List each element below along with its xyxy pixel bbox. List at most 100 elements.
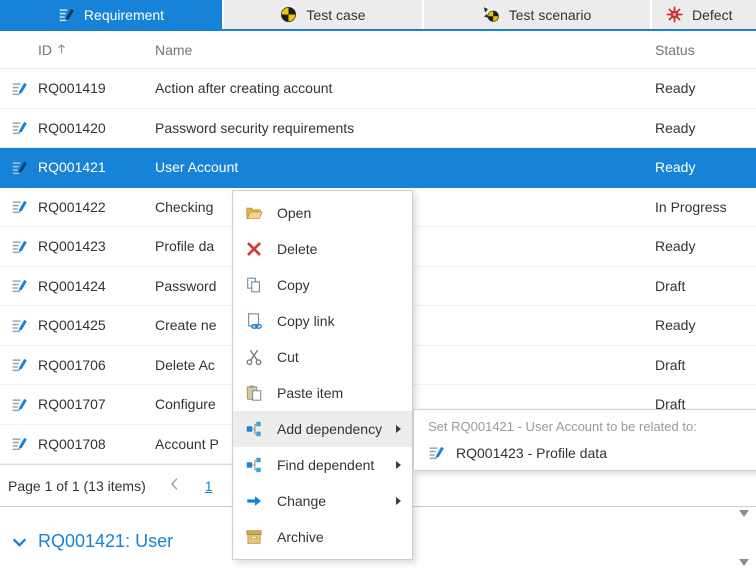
crash-dummy-icon bbox=[280, 6, 297, 23]
row-status: Ready bbox=[655, 80, 756, 96]
sort-ascending-icon bbox=[57, 42, 66, 58]
requirement-pencil-icon bbox=[58, 6, 75, 23]
delete-icon bbox=[245, 240, 263, 258]
column-header-label: ID bbox=[38, 42, 52, 58]
requirement-pencil-icon bbox=[428, 444, 445, 461]
row-id: RQ001422 bbox=[38, 199, 155, 215]
copy-link-icon bbox=[245, 312, 263, 330]
menu-item-label: Change bbox=[277, 493, 326, 509]
menu-item-label: Delete bbox=[277, 241, 317, 257]
row-id: RQ001425 bbox=[38, 317, 155, 333]
requirement-pencil-icon bbox=[11, 119, 28, 136]
menu-item-label: Open bbox=[277, 205, 311, 221]
submenu-arrow-icon bbox=[396, 461, 401, 469]
row-status: Draft bbox=[655, 357, 756, 373]
menu-item-label: Cut bbox=[277, 349, 299, 365]
tab-requirement[interactable]: Requirement bbox=[0, 0, 222, 29]
table-row[interactable]: RQ001419 Action after creating account R… bbox=[0, 69, 756, 109]
requirement-pencil-icon bbox=[11, 396, 28, 413]
requirement-pencil-icon bbox=[11, 238, 28, 255]
menu-item-change[interactable]: Change bbox=[233, 483, 412, 519]
archive-icon bbox=[245, 528, 263, 546]
pagination-summary: Page 1 of 1 (13 items) bbox=[8, 478, 146, 494]
page-number-current[interactable]: 1 bbox=[199, 476, 219, 496]
menu-item-paste[interactable]: Paste item bbox=[233, 375, 412, 411]
row-status: Draft bbox=[655, 278, 756, 294]
menu-item-label: Archive bbox=[277, 529, 324, 545]
detail-title: RQ001421: User bbox=[38, 531, 173, 552]
row-id: RQ001424 bbox=[38, 278, 155, 294]
submenu-item-label: RQ001423 - Profile data bbox=[456, 445, 607, 461]
tab-defect[interactable]: Defect bbox=[652, 0, 756, 29]
requirement-pencil-icon bbox=[11, 356, 28, 373]
row-id: RQ001708 bbox=[38, 436, 155, 452]
paste-icon bbox=[245, 384, 263, 402]
app-window: Requirement Test case Test scenario Defe… bbox=[0, 0, 756, 573]
defect-icon bbox=[666, 6, 683, 23]
menu-item-add-dependency[interactable]: Add dependency bbox=[233, 411, 412, 447]
row-id: RQ001420 bbox=[38, 120, 155, 136]
row-name: Password security requirements bbox=[155, 120, 655, 136]
menu-item-label: Copy bbox=[277, 277, 310, 293]
requirement-pencil-icon bbox=[11, 317, 28, 334]
tab-label: Test case bbox=[306, 7, 365, 23]
menu-item-label: Copy link bbox=[277, 313, 335, 329]
scroll-down-icon[interactable] bbox=[739, 559, 749, 566]
row-status: Ready bbox=[655, 159, 756, 175]
submenu-header: Set RQ001421 - User Account to be relate… bbox=[414, 410, 756, 437]
row-id: RQ001707 bbox=[38, 396, 155, 412]
chevron-down-icon[interactable] bbox=[12, 531, 27, 552]
requirement-pencil-icon bbox=[11, 80, 28, 97]
column-header-name[interactable]: Name bbox=[155, 42, 655, 58]
submenu-item-requirement[interactable]: RQ001423 - Profile data bbox=[414, 437, 756, 470]
requirement-pencil-icon bbox=[11, 198, 28, 215]
row-status: Ready bbox=[655, 120, 756, 136]
table-row[interactable]: RQ001420 Password security requirements … bbox=[0, 109, 756, 149]
menu-item-find-dependent[interactable]: Find dependent bbox=[233, 447, 412, 483]
menu-item-open[interactable]: Open bbox=[233, 195, 412, 231]
menu-item-label: Find dependent bbox=[277, 457, 374, 473]
prev-page-button[interactable] bbox=[170, 477, 179, 494]
row-name: User Account bbox=[155, 159, 655, 175]
submenu-arrow-icon bbox=[396, 497, 401, 505]
change-arrow-icon bbox=[245, 492, 263, 510]
row-status: In Progress bbox=[655, 199, 756, 215]
submenu-arrow-icon bbox=[396, 425, 401, 433]
table-row-selected[interactable]: RQ001421 User Account Ready bbox=[0, 148, 756, 188]
row-id: RQ001419 bbox=[38, 80, 155, 96]
cut-icon bbox=[245, 348, 263, 366]
requirement-pencil-icon bbox=[11, 277, 28, 294]
dependency-icon bbox=[245, 420, 263, 438]
table-header: ID Name Status bbox=[0, 31, 756, 69]
row-id: RQ001423 bbox=[38, 238, 155, 254]
context-menu: Open Delete Copy Copy link Cut Paste ite… bbox=[232, 190, 413, 560]
row-id: RQ001706 bbox=[38, 357, 155, 373]
requirement-pencil-icon bbox=[11, 159, 28, 176]
add-dependency-submenu: Set RQ001421 - User Account to be relate… bbox=[413, 409, 756, 471]
column-header-status[interactable]: Status bbox=[655, 42, 756, 58]
tab-label: Requirement bbox=[84, 7, 164, 23]
open-folder-icon bbox=[245, 204, 263, 222]
chevron-left-icon bbox=[170, 477, 179, 494]
row-id: RQ001421 bbox=[38, 159, 155, 175]
scroll-down-icon[interactable] bbox=[739, 510, 749, 517]
menu-item-copy-link[interactable]: Copy link bbox=[233, 303, 412, 339]
tab-bar: Requirement Test case Test scenario Defe… bbox=[0, 0, 756, 31]
menu-item-copy[interactable]: Copy bbox=[233, 267, 412, 303]
row-status: Ready bbox=[655, 238, 756, 254]
dependency-icon bbox=[245, 456, 263, 474]
tab-test-scenario[interactable]: Test scenario bbox=[424, 0, 650, 29]
requirement-pencil-icon bbox=[11, 435, 28, 452]
menu-item-cut[interactable]: Cut bbox=[233, 339, 412, 375]
row-status: Ready bbox=[655, 317, 756, 333]
copy-icon bbox=[245, 276, 263, 294]
menu-item-delete[interactable]: Delete bbox=[233, 231, 412, 267]
crash-dummy-arrows-icon bbox=[483, 6, 500, 23]
tab-test-case[interactable]: Test case bbox=[224, 0, 422, 29]
tab-label: Defect bbox=[692, 7, 732, 23]
menu-item-label: Add dependency bbox=[277, 421, 382, 437]
menu-item-label: Paste item bbox=[277, 385, 343, 401]
column-header-id[interactable]: ID bbox=[38, 42, 155, 58]
menu-item-archive[interactable]: Archive bbox=[233, 519, 412, 555]
tab-label: Test scenario bbox=[509, 7, 591, 23]
